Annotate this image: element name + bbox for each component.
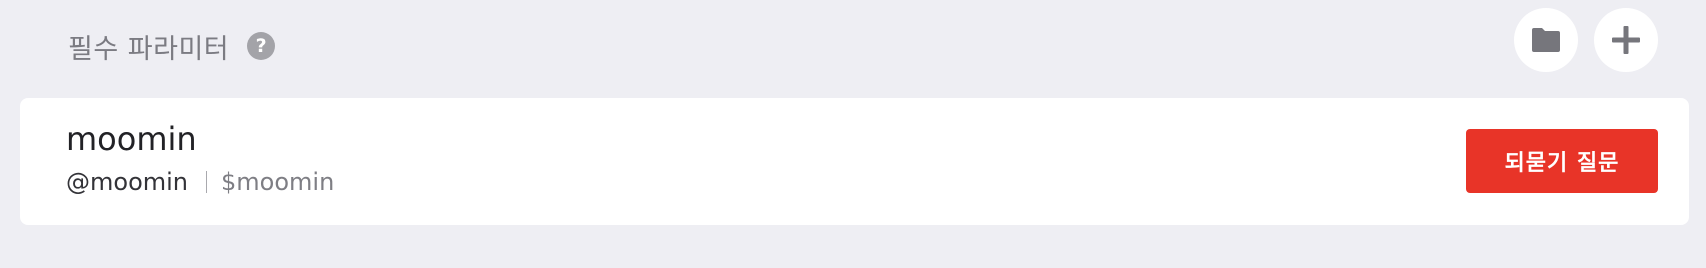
meta-divider (206, 171, 208, 193)
parameter-card[interactable]: moomin @moomin $moomin 되묻기 질문 (20, 98, 1689, 225)
plus-icon (1612, 26, 1640, 54)
header-actions (1514, 8, 1658, 72)
add-button[interactable] (1594, 8, 1658, 72)
parameter-mention: @moomin (66, 168, 189, 196)
required-parameters-panel: 필수 파라미터 ? moomin @moomin $moomin 되묻기 질문 (0, 0, 1706, 268)
section-header: 필수 파라미터 ? (68, 26, 276, 66)
section-title: 필수 파라미터 (68, 33, 230, 65)
parameter-variable: $moomin (221, 168, 335, 196)
folder-button[interactable] (1514, 8, 1578, 72)
help-icon[interactable]: ? (247, 32, 276, 60)
parameter-name: moomin (66, 120, 197, 158)
parameter-meta: @moomin $moomin (66, 168, 334, 196)
reprompt-question-button[interactable]: 되묻기 질문 (1466, 129, 1658, 193)
folder-icon (1532, 28, 1560, 52)
